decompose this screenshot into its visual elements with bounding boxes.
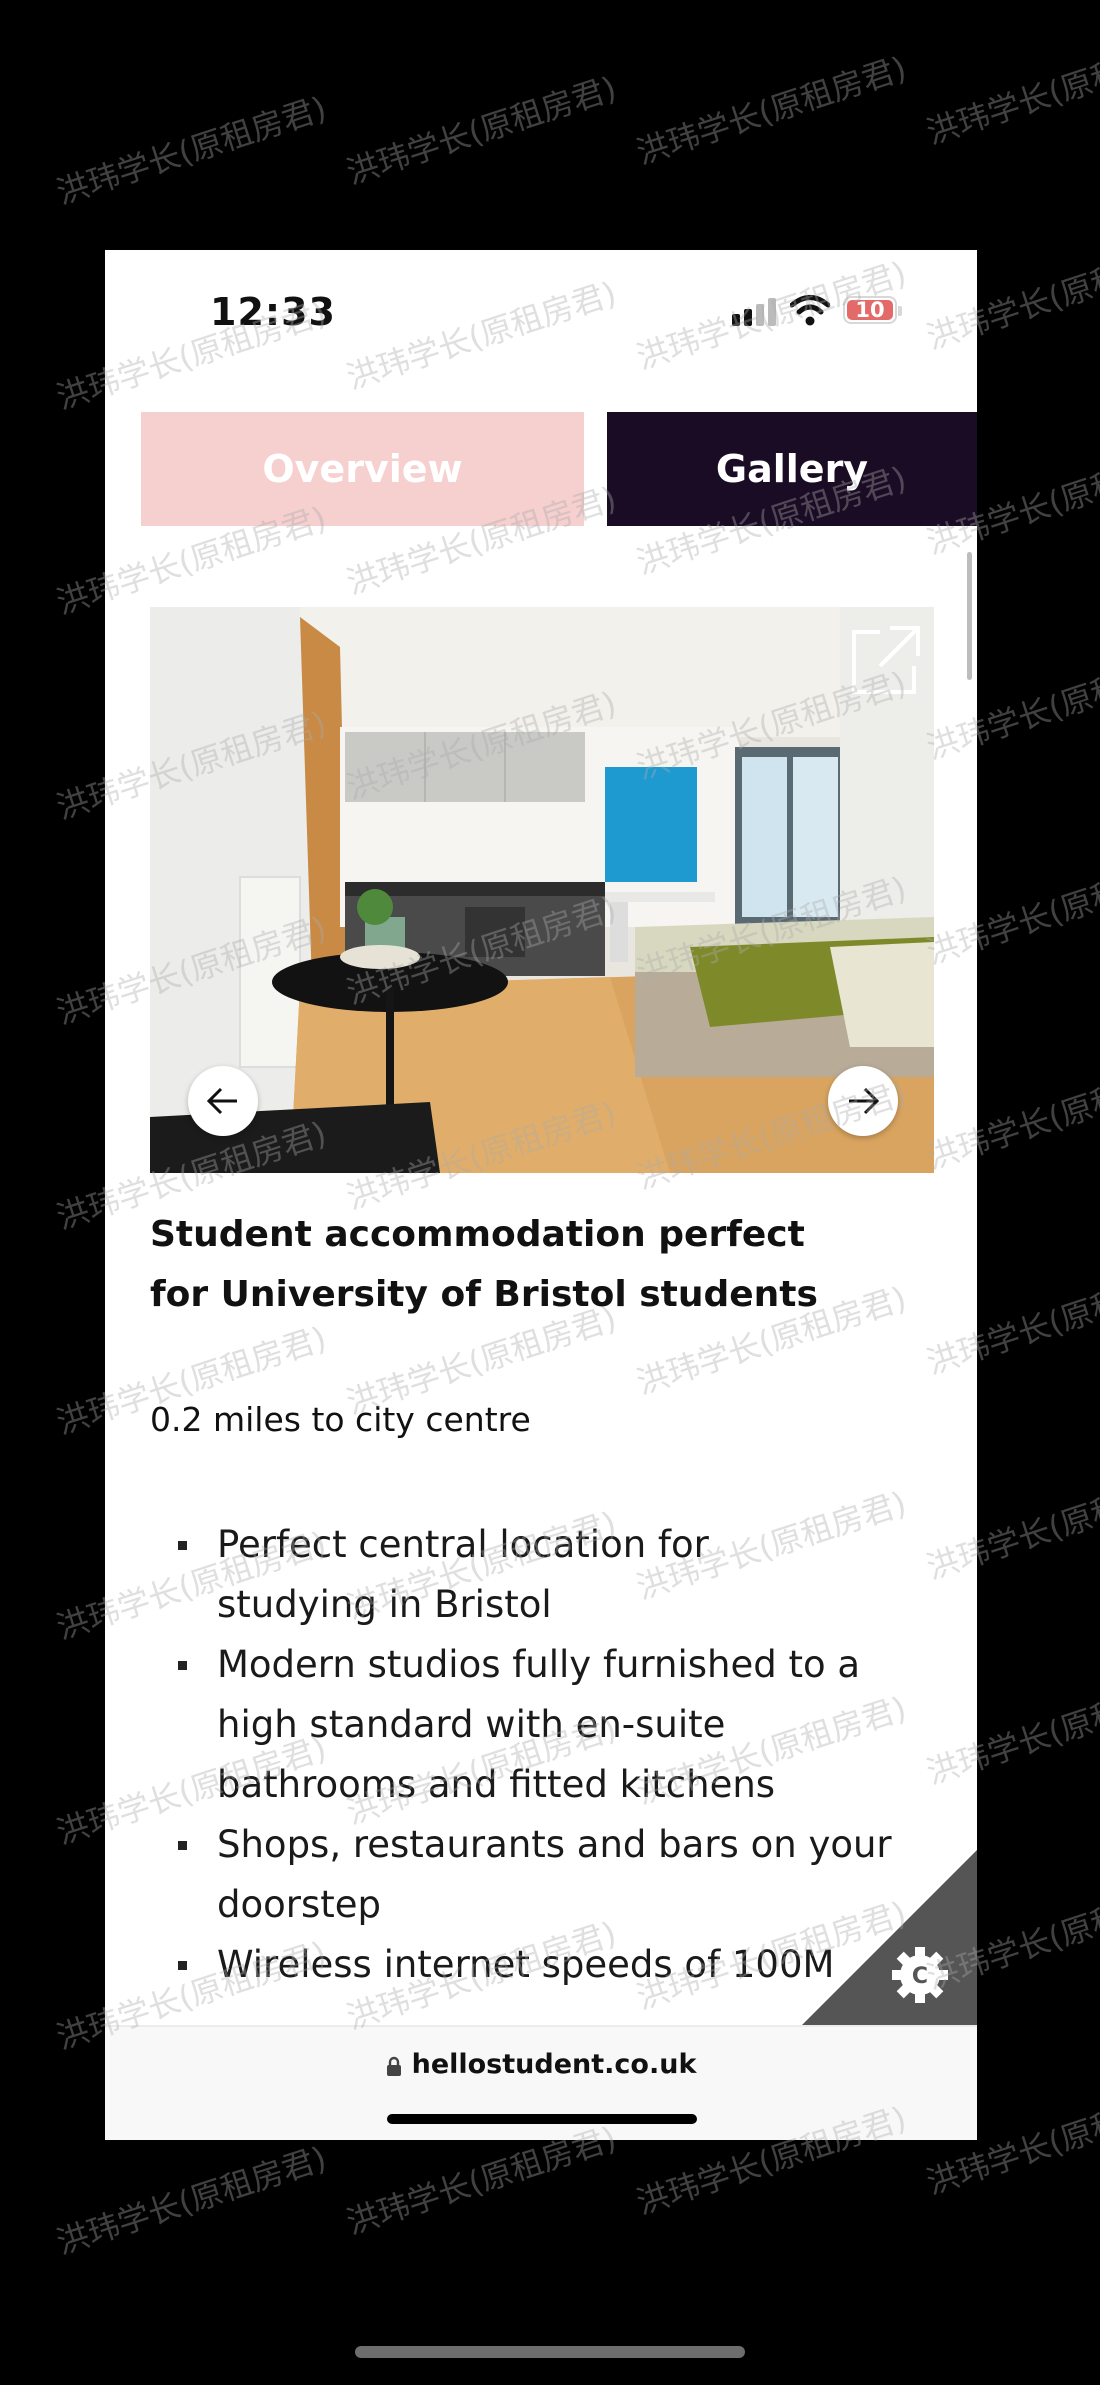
feature-item: Modern studios fully furnished to a high… [150,1635,950,1815]
url-text: hellostudent.co.uk [411,2049,697,2080]
home-indicator[interactable] [387,2114,697,2124]
outer-home-indicator [355,2346,745,2358]
lock-icon [386,2056,401,2076]
gallery-prev-button[interactable] [188,1066,258,1136]
battery-level: 10 [855,298,885,322]
tab-overview[interactable]: Overview [141,412,584,526]
listing-heading: Student accommodation perfect for Univer… [150,1214,818,1315]
gallery-next-button[interactable] [828,1066,898,1136]
status-time: 12:33 [210,290,336,334]
watermark-text: 洪玮学长(原租房君) [631,48,911,172]
gallery-image[interactable] [150,607,934,1173]
tab-bar: Overview Gallery [105,412,977,526]
svg-text:C: C [912,1964,928,1989]
page-scrollbar[interactable] [967,552,972,680]
tab-gallery[interactable]: Gallery [607,412,977,526]
watermark-text: 洪玮学长(原租房君) [51,88,331,212]
status-bar: 12:33 10 [105,250,977,370]
distance-to-centre: 0.2 miles to city centre [150,1400,531,1439]
feature-item: Perfect central location for studying in… [150,1515,950,1635]
expand-icon[interactable] [850,624,922,696]
battery-icon: 10 [843,296,902,324]
screenshot-stage: 12:33 10 Overview Gallery Student accomm… [0,0,1100,2385]
watermark-text: 洪玮学长(原租房君) [921,28,1100,152]
url-display[interactable]: hellostudent.co.uk [105,2049,977,2080]
phone-screen: 12:33 10 Overview Gallery Student accomm… [105,250,977,2140]
wifi-icon [789,294,831,326]
arrow-left-icon [206,1087,237,1115]
watermark-text: 洪玮学长(原租房君) [341,68,621,192]
studio-room-photo [150,607,934,1173]
watermark-text: 洪玮学长(原租房君) [51,2138,331,2262]
arrow-right-icon [849,1087,880,1115]
cookie-settings-button[interactable]: C [802,1850,977,2025]
cookie-gear-icon: C [892,1947,948,2003]
signal-icon [732,298,778,326]
browser-url-bar[interactable]: hellostudent.co.uk [105,2025,977,2140]
